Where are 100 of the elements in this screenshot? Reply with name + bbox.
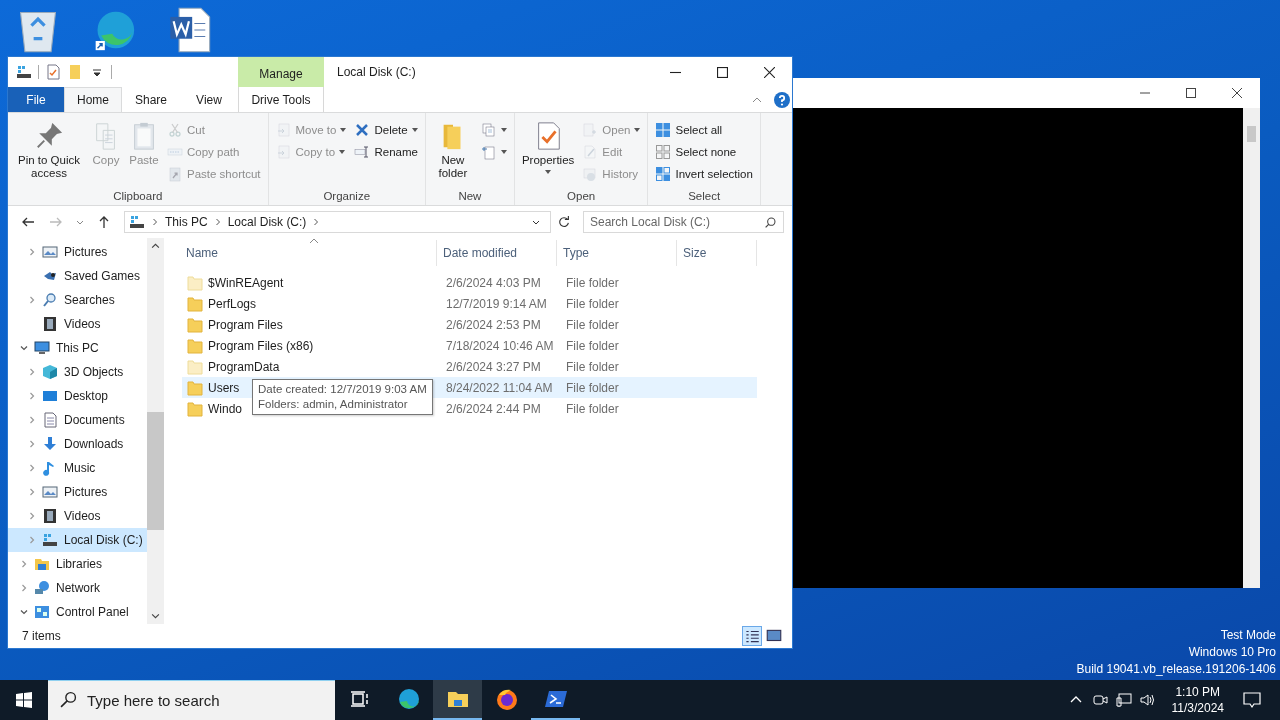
nav-item[interactable]: This PC bbox=[8, 336, 147, 360]
ribbon-tab[interactable]: File bbox=[8, 87, 64, 112]
scroll-down-icon[interactable] bbox=[151, 611, 160, 620]
documents-icon bbox=[42, 412, 58, 428]
camera-icon[interactable] bbox=[1091, 692, 1108, 708]
close-icon[interactable] bbox=[764, 66, 775, 78]
type-cell-text: File folder bbox=[565, 401, 620, 416]
ribbon-tab[interactable]: Home bbox=[64, 87, 122, 112]
group-label: Select bbox=[687, 189, 722, 204]
file-name[interactable]: PerfLogs bbox=[208, 296, 257, 311]
network-icon[interactable] bbox=[1115, 692, 1132, 708]
clock[interactable]: 1:10 PM 11/3/2024 bbox=[1163, 680, 1232, 720]
task-view-icon bbox=[349, 689, 370, 709]
new-item-icon bbox=[480, 121, 497, 138]
column-header[interactable]: Date modified bbox=[437, 240, 557, 266]
search-icon bbox=[60, 691, 77, 708]
nav-item[interactable]: Music bbox=[8, 456, 147, 480]
file-name[interactable]: Program Files bbox=[208, 317, 283, 332]
nav-item[interactable]: Searches bbox=[8, 288, 147, 312]
ribbon-button[interactable]: New folder bbox=[429, 119, 476, 182]
cut-icon bbox=[167, 121, 183, 138]
close-icon[interactable] bbox=[1232, 88, 1242, 98]
pictures-icon bbox=[42, 484, 58, 500]
nav-item[interactable]: Videos bbox=[8, 312, 147, 336]
breadcrumb[interactable]: This PC bbox=[165, 215, 208, 229]
ribbon-button[interactable]: Pin to Quick access bbox=[12, 119, 86, 182]
ribbon-tab[interactable]: View bbox=[180, 87, 238, 112]
volume-icon[interactable] bbox=[1139, 692, 1156, 708]
pin-icon bbox=[34, 121, 64, 151]
details-view-icon[interactable] bbox=[742, 626, 762, 646]
firefox-icon bbox=[494, 687, 519, 711]
nav-item[interactable]: 3D Objects bbox=[8, 360, 147, 384]
watermark-text: Windows 10 Pro bbox=[1187, 644, 1276, 661]
time: 1:10 PM bbox=[1175, 684, 1221, 700]
nav-item[interactable]: Local Disk (C:) bbox=[8, 528, 147, 552]
nav-item[interactable]: Videos bbox=[8, 504, 147, 528]
ribbon-tab[interactable]: Share bbox=[122, 87, 180, 112]
ribbon-button[interactable]: Invert selection bbox=[652, 163, 756, 184]
column-header[interactable]: Type bbox=[557, 240, 677, 266]
file-name[interactable]: Windo bbox=[208, 401, 242, 416]
item-count: 7 items bbox=[22, 629, 61, 643]
nav-item[interactable]: Desktop bbox=[8, 384, 147, 408]
maximize-icon[interactable] bbox=[1186, 88, 1196, 98]
properties-icon[interactable] bbox=[45, 64, 61, 80]
group-label: Open bbox=[566, 189, 597, 204]
address-bar[interactable]: This PC Local Disk (C:) bbox=[124, 211, 551, 233]
search-icon bbox=[42, 292, 58, 308]
start-icon[interactable] bbox=[16, 692, 32, 708]
date: 11/3/2024 bbox=[1171, 700, 1224, 716]
scroll-up-icon[interactable] bbox=[151, 242, 160, 251]
type-cell-text: File folder bbox=[565, 275, 620, 290]
ribbon-button[interactable]: Select all bbox=[652, 119, 756, 140]
ribbon-button[interactable]: Delete bbox=[351, 119, 421, 140]
disk-icon bbox=[129, 214, 145, 230]
ribbon-button[interactable]: Properties bbox=[518, 119, 578, 176]
recent-locations-icon[interactable] bbox=[76, 218, 84, 226]
notifications-icon[interactable] bbox=[1242, 690, 1262, 710]
search-field[interactable]: Search Local Disk (C:) bbox=[583, 211, 784, 233]
disk-icon bbox=[16, 64, 32, 80]
refresh-icon[interactable] bbox=[557, 215, 571, 229]
collapse-ribbon-icon[interactable] bbox=[752, 96, 762, 103]
help-icon[interactable] bbox=[774, 91, 790, 108]
taskbar-app-button[interactable] bbox=[433, 680, 482, 720]
type-cell-text: File folder bbox=[565, 338, 620, 353]
date-cell-text: 8/24/2022 11:04 AM bbox=[445, 380, 554, 395]
nav-item[interactable]: Libraries bbox=[8, 552, 147, 576]
nav-item[interactable]: Network bbox=[8, 576, 147, 600]
nav-item[interactable]: Control Panel bbox=[8, 600, 147, 624]
file-name[interactable]: ProgramData bbox=[208, 359, 280, 374]
file-name[interactable]: Program Files (x86) bbox=[208, 338, 314, 353]
ribbon-button[interactable]: Rename bbox=[351, 141, 421, 162]
scrollbar[interactable] bbox=[1243, 108, 1260, 588]
column-header[interactable]: Size bbox=[677, 240, 757, 266]
file-name[interactable]: Users bbox=[208, 380, 240, 395]
invert-icon bbox=[655, 165, 672, 182]
control-panel-icon bbox=[34, 604, 50, 620]
breadcrumb[interactable]: Local Disk (C:) bbox=[227, 215, 307, 229]
taskbar-search-field[interactable]: Type here to search bbox=[48, 680, 335, 720]
maximize-icon[interactable] bbox=[717, 66, 728, 78]
ribbon-button[interactable]: Select none bbox=[652, 141, 756, 162]
select-none-icon bbox=[655, 143, 672, 160]
dropdown-icon[interactable] bbox=[532, 218, 540, 226]
chevron-down-icon[interactable] bbox=[20, 344, 28, 352]
nav-item[interactable]: Saved Games bbox=[8, 264, 147, 288]
file-name[interactable]: $WinREAgent bbox=[208, 275, 284, 290]
nav-item[interactable]: Downloads bbox=[8, 432, 147, 456]
chevron-down-icon[interactable] bbox=[20, 608, 28, 616]
videos-icon bbox=[42, 508, 58, 524]
date-cell-text: 2/6/2024 2:53 PM bbox=[445, 317, 542, 332]
type-cell-text: File folder bbox=[565, 359, 620, 374]
libraries-icon bbox=[34, 556, 50, 572]
history-icon bbox=[582, 165, 599, 182]
nav-item[interactable]: Pictures bbox=[8, 240, 147, 264]
column-header[interactable]: Name bbox=[182, 240, 437, 266]
nav-item[interactable]: Pictures bbox=[8, 480, 147, 504]
scrollbar[interactable] bbox=[147, 238, 164, 624]
watermark-text: Test Mode bbox=[1219, 627, 1276, 644]
document-icon[interactable] bbox=[168, 6, 212, 54]
nav-item[interactable]: Documents bbox=[8, 408, 147, 432]
group-label: Clipboard bbox=[112, 189, 164, 204]
